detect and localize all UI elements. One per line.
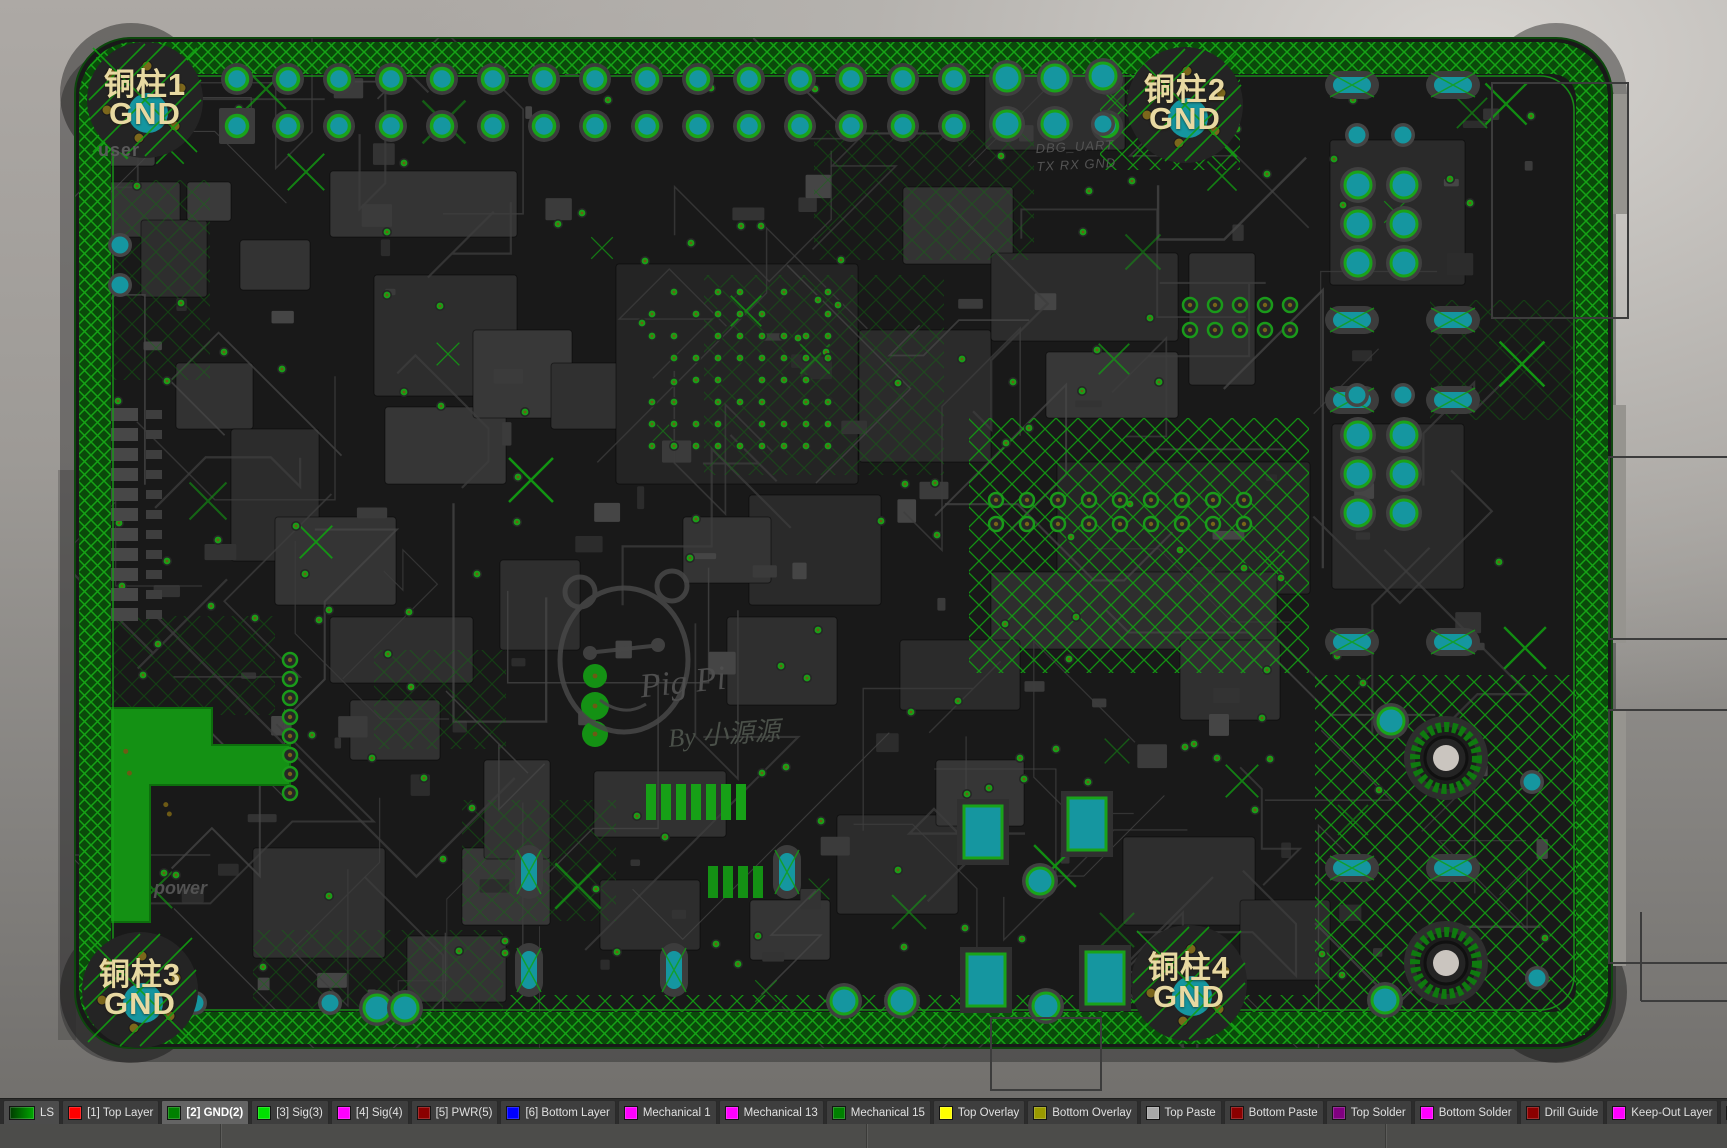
standoff-pad-3 [82, 932, 198, 1048]
layer-tab-1-top-layer[interactable]: [1] Top Layer [62, 1100, 159, 1124]
layer-color-swatch [1420, 1106, 1434, 1120]
layer-tab-6-bottom-layer[interactable]: [6] Bottom Layer [500, 1100, 615, 1124]
layer-color-swatch [1526, 1106, 1540, 1120]
layer-color-swatch [939, 1106, 953, 1120]
layer-tab-bar: LS [1] Top Layer [2] GND(2) [3] Sig(3) [4] S… [0, 1098, 1727, 1124]
layer-tab-label: Keep-Out Layer [1631, 1107, 1712, 1119]
layer-tab-label: [4] Sig(4) [356, 1107, 403, 1119]
layer-color-swatch [1230, 1106, 1244, 1120]
layer-tab-top-solder[interactable]: Top Solder [1326, 1100, 1412, 1124]
mounting-hole [1404, 921, 1488, 1005]
bottom-panel-strip [0, 1124, 1727, 1148]
standoff-pad-1 [87, 42, 203, 158]
layer-color-swatch [167, 1106, 181, 1120]
layer-color-swatch [9, 1106, 35, 1120]
layer-tab-bottom-paste[interactable]: Bottom Paste [1224, 1100, 1324, 1124]
layer-color-swatch [337, 1106, 351, 1120]
layer-tab-label: Mechanical 13 [744, 1107, 818, 1119]
layer-tab-label: Drill Guide [1545, 1107, 1599, 1119]
layer-color-swatch [506, 1106, 520, 1120]
layer-tab-5-pwr-5[interactable]: [5] PWR(5) [411, 1100, 499, 1124]
panel-divider [866, 1124, 867, 1148]
layer-color-swatch [725, 1106, 739, 1120]
layer-tab-top-overlay[interactable]: Top Overlay [933, 1100, 1025, 1124]
layer-tab-label: Mechanical 15 [851, 1107, 925, 1119]
layer-tab-label: [6] Bottom Layer [525, 1107, 609, 1119]
layer-tab-4-sig-4[interactable]: [4] Sig(4) [331, 1100, 409, 1124]
layer-tab-label: Top Overlay [958, 1107, 1019, 1119]
layer-color-swatch [1332, 1106, 1346, 1120]
layer-tab-keep-out-layer[interactable]: Keep-Out Layer [1606, 1100, 1718, 1124]
standoff-pad-4 [1131, 925, 1247, 1041]
layer-tab-label: Top Solder [1351, 1107, 1406, 1119]
layer-tab-mechanical-1[interactable]: Mechanical 1 [618, 1100, 717, 1124]
layer-tab-3-sig-3[interactable]: [3] Sig(3) [251, 1100, 329, 1124]
layer-color-swatch [68, 1106, 82, 1120]
panel-divider [220, 1124, 221, 1148]
panel-divider [1385, 1124, 1386, 1148]
layer-tab-mechanical-15[interactable]: Mechanical 15 [826, 1100, 931, 1124]
layer-tab-label: [1] Top Layer [87, 1107, 153, 1119]
layer-tab-label: Mechanical 1 [643, 1107, 711, 1119]
layer-color-swatch [624, 1106, 638, 1120]
layer-color-swatch [1612, 1106, 1626, 1120]
pcb-canvas [0, 0, 1727, 1098]
layer-tab-label: Bottom Paste [1249, 1107, 1318, 1119]
layer-tab-bottom-overlay[interactable]: Bottom Overlay [1027, 1100, 1137, 1124]
layer-color-swatch [1146, 1106, 1160, 1120]
mounting-hole [1404, 716, 1488, 800]
layer-tab-mechanical-13[interactable]: Mechanical 13 [719, 1100, 824, 1124]
layer-color-swatch [832, 1106, 846, 1120]
layer-tab-label: [2] GND(2) [186, 1107, 243, 1119]
layer-tab-label: Bottom Overlay [1052, 1107, 1131, 1119]
layer-tab-drill-guide[interactable]: Drill Guide [1520, 1100, 1605, 1124]
layer-tab-label: LS [40, 1107, 54, 1119]
layer-tab-2-gnd-2[interactable]: [2] GND(2) [161, 1100, 249, 1124]
layer-tab-label: [3] Sig(3) [276, 1107, 323, 1119]
standoff-pad-2 [1127, 47, 1243, 163]
layer-tab-top-paste[interactable]: Top Paste [1140, 1100, 1222, 1124]
pcb-editor-viewport[interactable]: 铜柱1 GND 铜柱2 GND 铜柱3 GND 铜柱4 GND user pow… [0, 0, 1727, 1098]
layer-tab-label: [5] PWR(5) [436, 1107, 493, 1119]
layer-tab-ls[interactable]: LS [3, 1100, 60, 1124]
layer-color-swatch [1033, 1106, 1047, 1120]
layer-tab-label: Bottom Solder [1439, 1107, 1512, 1119]
layer-color-swatch [417, 1106, 431, 1120]
layer-tab-label: Top Paste [1165, 1107, 1216, 1119]
layer-color-swatch [257, 1106, 271, 1120]
layer-tab-drill-drawing[interactable]: Drill Drawing [1720, 1100, 1727, 1124]
layer-tab-bottom-solder[interactable]: Bottom Solder [1414, 1100, 1518, 1124]
